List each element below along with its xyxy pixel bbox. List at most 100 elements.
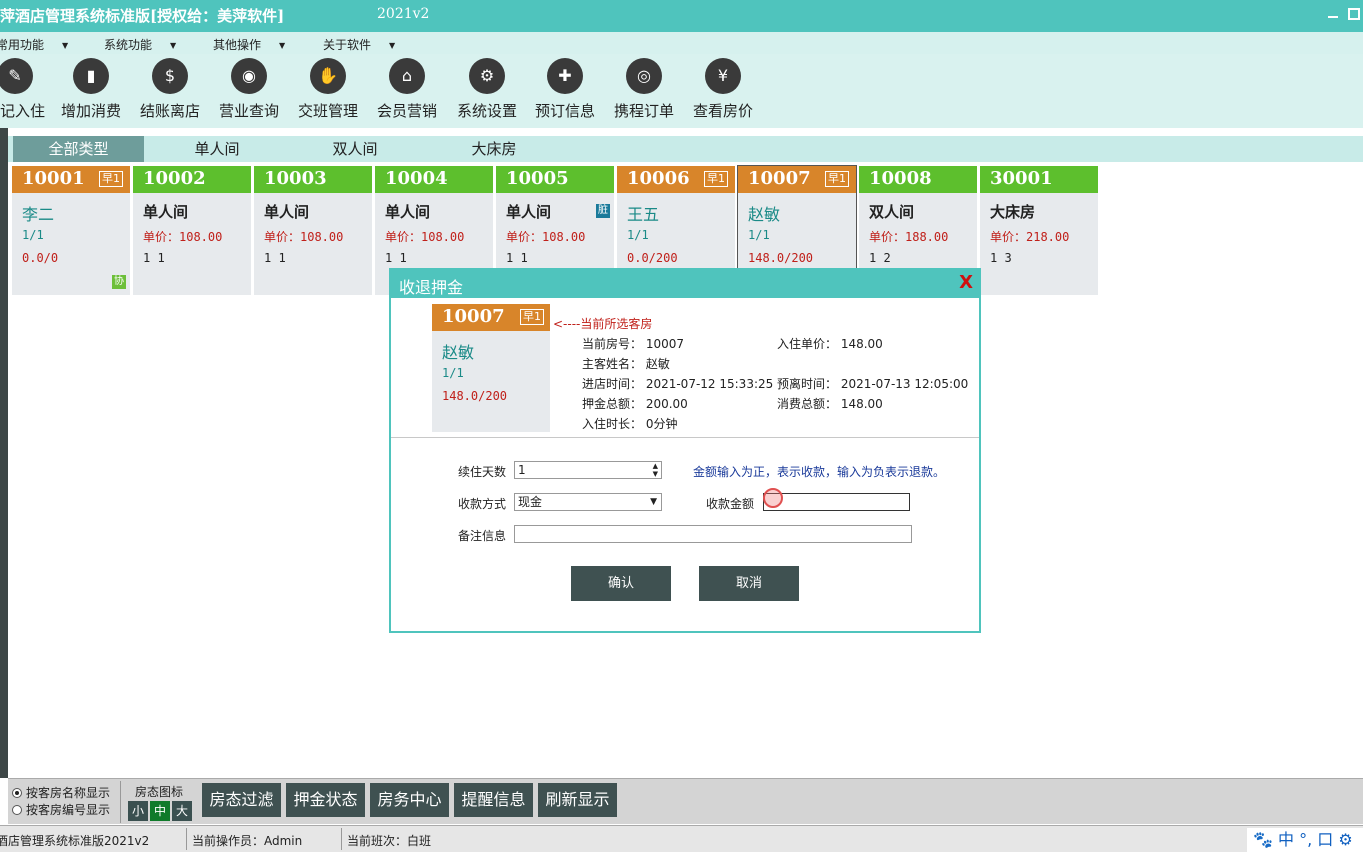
- breakfast-tag: 早1: [704, 171, 728, 187]
- room-number: 10008: [869, 168, 932, 189]
- dialog-header: 收退押金 X: [391, 270, 979, 298]
- housekeeping-center-button[interactable]: 房务中心: [370, 783, 449, 817]
- guest-count: 1/1: [22, 228, 44, 242]
- booking-info-button[interactable]: ✚ 预订信息: [525, 58, 605, 121]
- tab-all-types[interactable]: 全部类型: [13, 136, 144, 162]
- room-type-tabs: 全部类型 单人间 双人间 大床房: [8, 128, 1363, 162]
- status-app-name: 酒店管理系统标准版2021v2: [0, 834, 150, 848]
- checkout-button[interactable]: $ 结账离店: [130, 58, 210, 121]
- tab-double-room[interactable]: 双人间: [296, 136, 414, 162]
- size-large-button[interactable]: 大: [172, 801, 192, 821]
- amount-label: 收款金额: [706, 497, 755, 511]
- room-price: 单价：108.00: [506, 230, 586, 244]
- consumption-deposit: 0.0/0: [22, 251, 59, 265]
- tab-king-room[interactable]: 大床房: [435, 136, 553, 162]
- radio-by-number[interactable]: 按客房编号显示: [12, 801, 110, 818]
- room-number: 10002: [143, 168, 206, 189]
- confirm-button[interactable]: 确认: [571, 566, 671, 601]
- menu-about[interactable]: 关于软件 ▼: [323, 36, 395, 53]
- info-guest: 主客姓名： 赵敏: [582, 357, 670, 371]
- room-card-30001[interactable]: 30001 大床房 单价：218.00 1 3: [980, 166, 1098, 295]
- bottle-icon: ▮: [73, 58, 109, 94]
- consumption-deposit: 148.0/200: [442, 389, 508, 403]
- info-checkin-time: 进店时间： 2021-07-12 15:33:25: [582, 377, 774, 391]
- menu-common[interactable]: 常用功能 ▼: [0, 36, 68, 53]
- size-medium-button[interactable]: 中: [150, 801, 170, 821]
- open-sign-icon: ◉: [231, 58, 267, 94]
- room-floor-beds: 1 1: [143, 251, 165, 265]
- guest-count: 1/1: [627, 228, 649, 242]
- system-settings-button[interactable]: ⚙ 系统设置: [447, 58, 527, 121]
- menu-bar: 常用功能 ▼ 系统功能 ▼ 其他操作 ▼ 关于软件 ▼: [0, 32, 1363, 54]
- menu-other[interactable]: 其他操作 ▼: [213, 36, 285, 53]
- days-label: 续住天数: [458, 465, 507, 479]
- payment-method-label: 收款方式: [458, 497, 507, 511]
- room-floor-beds: 1 2: [869, 251, 891, 265]
- version-label: 2021v2: [377, 6, 430, 22]
- amount-input[interactable]: [763, 493, 910, 511]
- room-number: 10005: [506, 168, 569, 189]
- add-consumption-button[interactable]: ▮ 增加消费: [51, 58, 131, 121]
- spin-arrows-icon[interactable]: ▲ ▼: [653, 462, 658, 478]
- paw-icon: 🐾: [1253, 830, 1273, 849]
- radio-by-name[interactable]: 按客房名称显示: [12, 784, 110, 801]
- hand-money-icon: ✋: [310, 58, 346, 94]
- checkin-button[interactable]: ✎ 登记入住: [0, 58, 55, 121]
- view-room-price-button[interactable]: ¥ 查看房价: [683, 58, 763, 121]
- room-price: 单价：108.00: [264, 230, 344, 244]
- room-number: 10004: [385, 168, 448, 189]
- receipt-icon: $: [152, 58, 188, 94]
- room-card-10003[interactable]: 10003 单人间 单价：108.00 1 1: [254, 166, 372, 295]
- radio-checked-icon: [12, 788, 22, 798]
- room-number: 10007: [748, 168, 811, 189]
- refresh-button[interactable]: 刷新显示: [538, 783, 617, 817]
- room-card-10001[interactable]: 10001 早1 李二 1/1 0.0/0 协: [12, 166, 130, 295]
- status-operator: 当前操作员：Admin: [192, 834, 303, 848]
- note-input[interactable]: [514, 525, 912, 543]
- ctrip-orders-button[interactable]: ◎ 携程订单: [604, 58, 684, 121]
- business-query-button[interactable]: ◉ 营业查询: [209, 58, 289, 121]
- room-type: 大床房: [990, 203, 1036, 221]
- info-leave-time: 预离时间： 2021-07-13 12:05:00: [777, 377, 969, 391]
- room-filter-button[interactable]: 房态过滤: [202, 783, 281, 817]
- room-type: 单人间: [506, 203, 552, 221]
- window-title: 萍酒店管理系统标准版[授权给：美萍软件]: [0, 7, 285, 25]
- cancel-button[interactable]: 取消: [699, 566, 799, 601]
- selected-room-card: 10007 早1 赵敏 1/1 148.0/200: [432, 304, 550, 432]
- minimize-icon[interactable]: [1325, 6, 1341, 22]
- agreement-badge: 协: [112, 275, 126, 289]
- tab-single-room[interactable]: 单人间: [158, 136, 276, 162]
- guest-count: 1/1: [442, 366, 464, 380]
- reminder-button[interactable]: 提醒信息: [454, 783, 533, 817]
- icon-size-group: 房态图标 小 中 大: [120, 781, 194, 823]
- icon-size-caption: 房态图标: [135, 785, 184, 799]
- deposit-status-button[interactable]: 押金状态: [286, 783, 365, 817]
- room-number: 30001: [990, 168, 1053, 189]
- info-deposit-total: 押金总额： 200.00: [582, 397, 688, 411]
- chevron-down-icon: ▼: [62, 41, 69, 50]
- room-floor-beds: 1 1: [385, 251, 407, 265]
- consumption-deposit: 148.0/200: [748, 251, 814, 265]
- close-icon[interactable]: X: [959, 272, 973, 293]
- breakfast-tag: 早1: [825, 171, 849, 187]
- shift-management-button[interactable]: ✋ 交班管理: [288, 58, 368, 121]
- payment-method-select[interactable]: 现金 ▼: [514, 493, 662, 511]
- room-price: 单价：218.00: [990, 230, 1070, 244]
- consumption-deposit: 0.0/200: [627, 251, 678, 265]
- info-room-no: 当前房号： 10007: [582, 337, 684, 351]
- chevron-down-icon: ▼: [170, 41, 177, 50]
- size-small-button[interactable]: 小: [128, 801, 148, 821]
- room-card-10002[interactable]: 10002 单人间 单价：108.00 1 1: [133, 166, 251, 295]
- menu-system[interactable]: 系统功能 ▼: [104, 36, 176, 53]
- chevron-down-icon: ▼: [279, 41, 286, 50]
- maximize-icon[interactable]: [1346, 6, 1362, 22]
- dirty-badge: 脏: [596, 204, 610, 218]
- ctrip-icon: ◎: [626, 58, 662, 94]
- days-stepper[interactable]: 1 ▲ ▼: [514, 461, 662, 479]
- room-number: 10001: [22, 168, 85, 189]
- member-marketing-button[interactable]: ⌂ 会员营销: [367, 58, 447, 121]
- room-number: 10006: [627, 168, 690, 189]
- ime-toolbar[interactable]: 🐾 中 °, 口 ⚙: [1247, 828, 1363, 852]
- room-type: 单人间: [385, 203, 431, 221]
- amount-help-text: 金额输入为正，表示收款，输入为负表示退款。: [693, 465, 946, 479]
